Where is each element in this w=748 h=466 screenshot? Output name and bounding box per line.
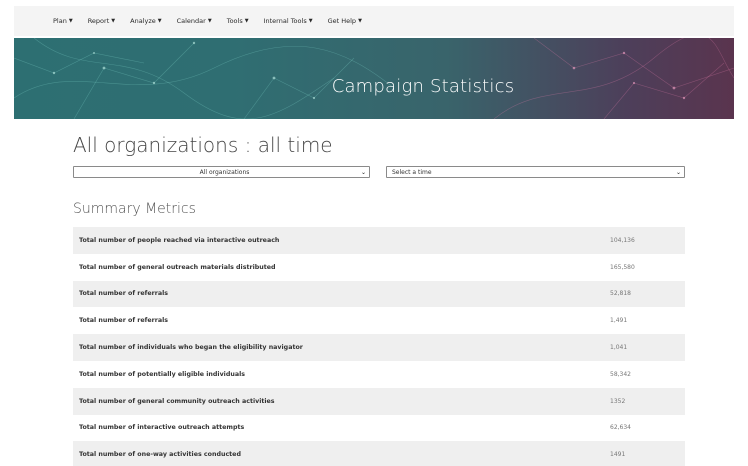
table-row: Total number of people reached via inter…: [73, 227, 685, 254]
metric-label: Total number of general outreach materia…: [79, 263, 276, 271]
summary-metrics-title: Summary Metrics: [73, 201, 196, 217]
hero-banner: Campaign Statistics: [14, 38, 734, 119]
metric-value: 165,580: [610, 263, 635, 271]
table-row: Total number of interactive outreach att…: [73, 415, 685, 442]
table-row: Total number of potentially eligible ind…: [73, 361, 685, 388]
metric-label: Total number of general community outrea…: [79, 397, 275, 405]
table-row: Total number of general community outrea…: [73, 387, 685, 415]
metric-label: Total number of potentially eligible ind…: [79, 370, 245, 378]
metric-label: Total number of people reached via inter…: [79, 236, 280, 244]
table-row: Total number of referrals 1,491: [73, 307, 685, 334]
metric-value: 1,491: [610, 317, 628, 325]
hero-title: Campaign Statistics: [331, 76, 515, 97]
table-row: Total number of general outreach materia…: [73, 254, 685, 281]
nav-label: Plan: [53, 17, 67, 25]
nav-menu-get-help[interactable]: Get Help ▼: [328, 17, 362, 25]
chevron-down-icon: ▼: [244, 18, 249, 24]
time-select-value: Select a time: [392, 168, 432, 176]
chevron-down-icon: ▼: [308, 18, 313, 24]
nav-menu-analyze[interactable]: Analyze ▼: [130, 17, 161, 25]
nav-label: Report: [87, 17, 110, 25]
nav-label: Get Help: [327, 17, 357, 25]
metric-value: 58,342: [610, 370, 631, 378]
chevron-down-icon: ▼: [111, 18, 116, 24]
nav-menu-internal-tools[interactable]: Internal Tools ▼: [264, 17, 313, 25]
organization-select[interactable]: All organizations ⌄: [73, 166, 370, 178]
chevron-down-icon: ⌄: [675, 168, 681, 176]
metric-value: 1352: [610, 397, 626, 405]
nav-menu-report[interactable]: Report ▼: [88, 17, 115, 25]
metric-value: 104,136: [610, 236, 635, 244]
chevron-down-icon: ▼: [358, 18, 362, 24]
table-row: Total number of individuals who began th…: [73, 334, 685, 361]
summary-metrics-table: Total number of people reached via inter…: [73, 227, 685, 466]
metric-label: Total number of referrals: [79, 290, 169, 298]
chevron-down-icon: ▼: [207, 18, 212, 24]
organization-select-value: All organizations: [199, 168, 250, 176]
chevron-down-icon: ⌄: [360, 168, 366, 176]
metric-value: 1,041: [610, 344, 628, 352]
metric-label: Total number of referrals: [79, 317, 169, 325]
chevron-down-icon: ▼: [68, 18, 73, 24]
metric-label: Total number of one-way activities condu…: [79, 451, 241, 459]
metric-label: Total number of interactive outreach att…: [79, 424, 245, 432]
nav-label: Tools: [226, 17, 243, 25]
time-select[interactable]: Select a time ⌄: [386, 166, 685, 178]
nav-menu-plan[interactable]: Plan ▼: [53, 17, 73, 25]
metric-label: Total number of individuals who began th…: [79, 344, 303, 352]
metric-value: 52,818: [610, 290, 631, 298]
nav-label: Calendar: [176, 17, 206, 25]
nav-label: Internal Tools: [263, 17, 307, 25]
top-navbar: Plan ▼ Report ▼ Analyze ▼ Calendar ▼ Tools ▼ …: [14, 6, 734, 36]
nav-menu-calendar[interactable]: Calendar ▼: [177, 17, 212, 25]
table-row: Total number of one-way activities condu…: [73, 441, 685, 466]
page-title: All organizations : all time: [73, 133, 333, 157]
metric-value: 1491: [610, 451, 626, 459]
table-row: Total number of referrals 52,818: [73, 280, 685, 308]
chevron-down-icon: ▼: [157, 18, 162, 24]
nav-menu-tools[interactable]: Tools ▼: [227, 17, 249, 25]
nav-label: Analyze: [130, 17, 156, 25]
metric-value: 62,634: [610, 424, 631, 432]
